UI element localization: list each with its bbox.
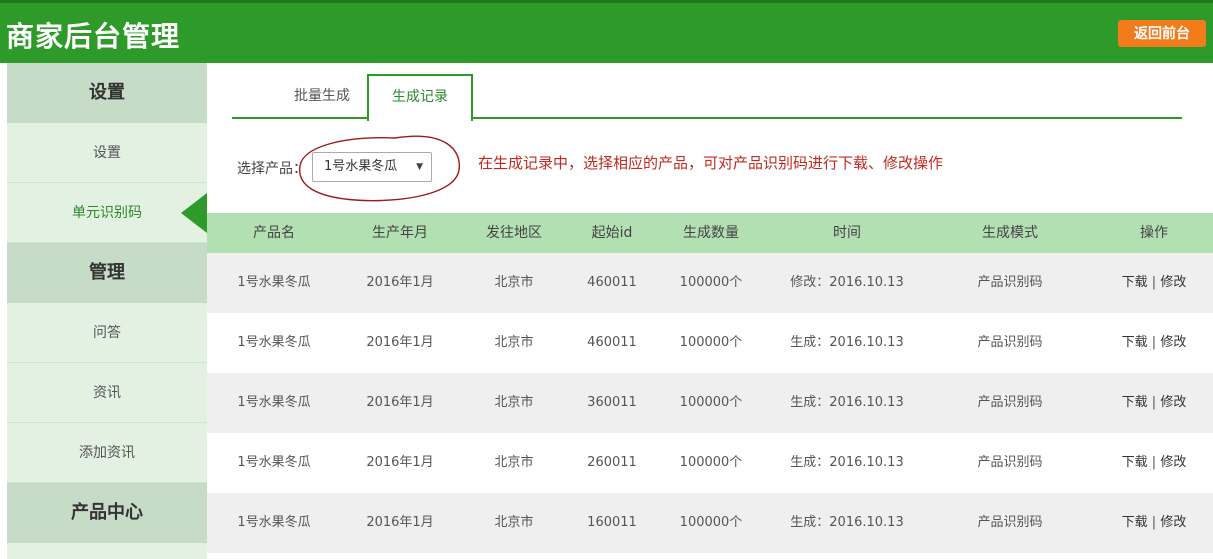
cell-quantity: 100000个 — [679, 275, 743, 290]
action-separator: | — [1151, 275, 1157, 290]
action-separator: | — [1151, 395, 1157, 410]
sidebar-item-qa[interactable]: 问答 — [7, 303, 207, 363]
table-row: 1号水果冬瓜 2016年1月 北京市 460011 100000个 修改：201… — [207, 253, 1213, 313]
cell-start-id: 360011 — [587, 395, 637, 410]
tab-batch-generate[interactable]: 批量生成 — [277, 74, 367, 119]
cell-time: 生成：2016.10.13 — [790, 455, 904, 470]
product-select-value: 1号水果冬瓜 — [324, 159, 398, 174]
cell-region: 北京市 — [494, 275, 534, 290]
tab-bar: 批量生成 生成记录 — [232, 74, 1182, 121]
cell-region: 北京市 — [494, 515, 534, 530]
cell-actions: 下载 | 修改 — [1095, 493, 1213, 553]
download-link[interactable]: 下载 — [1122, 395, 1148, 410]
cell-mode: 产品识别码 — [977, 455, 1043, 470]
col-header-actions: 操作 — [1140, 225, 1168, 241]
cell-start-id: 160011 — [587, 515, 637, 530]
cell-product: 1号水果冬瓜 — [237, 275, 311, 290]
sidebar-section-manage: 管理 — [7, 243, 207, 303]
cell-time: 生成：2016.10.13 — [790, 335, 904, 350]
cell-quantity: 100000个 — [679, 395, 743, 410]
action-separator: | — [1151, 515, 1157, 530]
sidebar-item-add-news[interactable]: 添加资讯 — [7, 423, 207, 483]
table-row: 1号水果冬瓜 2016年1月 北京市 460011 100000个 生成：201… — [207, 313, 1213, 373]
cell-time: 生成：2016.10.13 — [790, 515, 904, 530]
tab-generate-records[interactable]: 生成记录 — [367, 74, 473, 121]
download-link[interactable]: 下载 — [1122, 275, 1148, 290]
sidebar: 设置 设置 单元识别码 管理 问答 资讯 添加资讯 产品中心 — [7, 63, 207, 559]
back-to-frontend-button[interactable]: 返回前台 — [1118, 20, 1206, 47]
cell-start-id: 260011 — [587, 455, 637, 470]
cell-actions: 下载 | 修改 — [1095, 433, 1213, 493]
product-select[interactable]: 1号水果冬瓜 ▼ — [312, 152, 432, 182]
action-separator: | — [1151, 335, 1157, 350]
col-header-production-date: 生产年月 — [372, 225, 428, 241]
col-header-time: 时间 — [833, 225, 861, 241]
cell-production-date: 2016年1月 — [366, 275, 434, 290]
table-row: 1号水果冬瓜 2016年1月 北京市 160011 100000个 生成：201… — [207, 493, 1213, 553]
cell-quantity: 100000个 — [679, 335, 743, 350]
cell-mode: 产品识别码 — [977, 395, 1043, 410]
cell-quantity: 100000个 — [679, 515, 743, 530]
cell-production-date: 2016年1月 — [366, 395, 434, 410]
cell-time: 生成：2016.10.13 — [790, 395, 904, 410]
download-link[interactable]: 下载 — [1122, 455, 1148, 470]
edit-link[interactable]: 修改 — [1160, 335, 1186, 350]
edit-link[interactable]: 修改 — [1160, 455, 1186, 470]
cell-time: 修改：2016.10.13 — [790, 275, 904, 290]
top-header-bar: 商家后台管理 返回前台 — [0, 0, 1213, 63]
table-row: 1号水果冬瓜 2016年1月 北京市 360011 100000个 生成：201… — [207, 373, 1213, 433]
edit-link[interactable]: 修改 — [1160, 275, 1186, 290]
col-header-region: 发往地区 — [486, 225, 542, 241]
active-indicator-arrow-icon — [181, 193, 207, 233]
cell-product: 1号水果冬瓜 — [237, 515, 311, 530]
download-link[interactable]: 下载 — [1122, 515, 1148, 530]
sidebar-section-settings: 设置 — [7, 63, 207, 123]
edit-link[interactable]: 修改 — [1160, 395, 1186, 410]
cell-start-id: 460011 — [587, 275, 637, 290]
edit-link[interactable]: 修改 — [1160, 515, 1186, 530]
table-row: 1号水果冬瓜 2016年1月 北京市 260011 100000个 生成：201… — [207, 433, 1213, 493]
cell-actions: 下载 | 修改 — [1095, 313, 1213, 373]
cell-actions: 下载 | 修改 — [1095, 373, 1213, 433]
download-link[interactable]: 下载 — [1122, 335, 1148, 350]
col-header-mode: 生成模式 — [982, 225, 1038, 241]
cell-product: 1号水果冬瓜 — [237, 395, 311, 410]
dropdown-caret-icon: ▼ — [416, 162, 423, 172]
col-header-quantity: 生成数量 — [683, 225, 739, 241]
cell-region: 北京市 — [494, 395, 534, 410]
cell-region: 北京市 — [494, 335, 534, 350]
cell-region: 北京市 — [494, 455, 534, 470]
cell-production-date: 2016年1月 — [366, 455, 434, 470]
product-select-label: 选择产品： — [237, 161, 307, 177]
cell-production-date: 2016年1月 — [366, 335, 434, 350]
instruction-annotation: 在生成记录中，选择相应的产品，可对产品识别码进行下载、修改操作 — [478, 154, 944, 172]
cell-product: 1号水果冬瓜 — [237, 455, 311, 470]
col-header-product: 产品名 — [253, 225, 295, 241]
table-body: 1号水果冬瓜 2016年1月 北京市 460011 100000个 修改：201… — [207, 253, 1213, 553]
sidebar-section-products: 产品中心 — [7, 483, 207, 543]
cell-product: 1号水果冬瓜 — [237, 335, 311, 350]
cell-mode: 产品识别码 — [977, 275, 1043, 290]
col-header-start-id: 起始id — [591, 225, 633, 241]
cell-mode: 产品识别码 — [977, 335, 1043, 350]
table-header-row: 产品名 生产年月 发往地区 起始id 生成数量 时间 生成模式 操作 — [207, 213, 1213, 253]
action-separator: | — [1151, 455, 1157, 470]
cell-production-date: 2016年1月 — [366, 515, 434, 530]
app-title: 商家后台管理 — [6, 20, 181, 53]
sidebar-item-unit-code[interactable]: 单元识别码 — [7, 183, 207, 243]
cell-actions: 下载 | 修改 — [1095, 253, 1213, 313]
cell-quantity: 100000个 — [679, 455, 743, 470]
sidebar-item-label: 单元识别码 — [72, 205, 142, 221]
sidebar-item-settings[interactable]: 设置 — [7, 123, 207, 183]
sidebar-item-news[interactable]: 资讯 — [7, 363, 207, 423]
cell-start-id: 460011 — [587, 335, 637, 350]
records-table: 产品名 生产年月 发往地区 起始id 生成数量 时间 生成模式 操作 1号水果冬… — [207, 213, 1213, 553]
cell-mode: 产品识别码 — [977, 515, 1043, 530]
